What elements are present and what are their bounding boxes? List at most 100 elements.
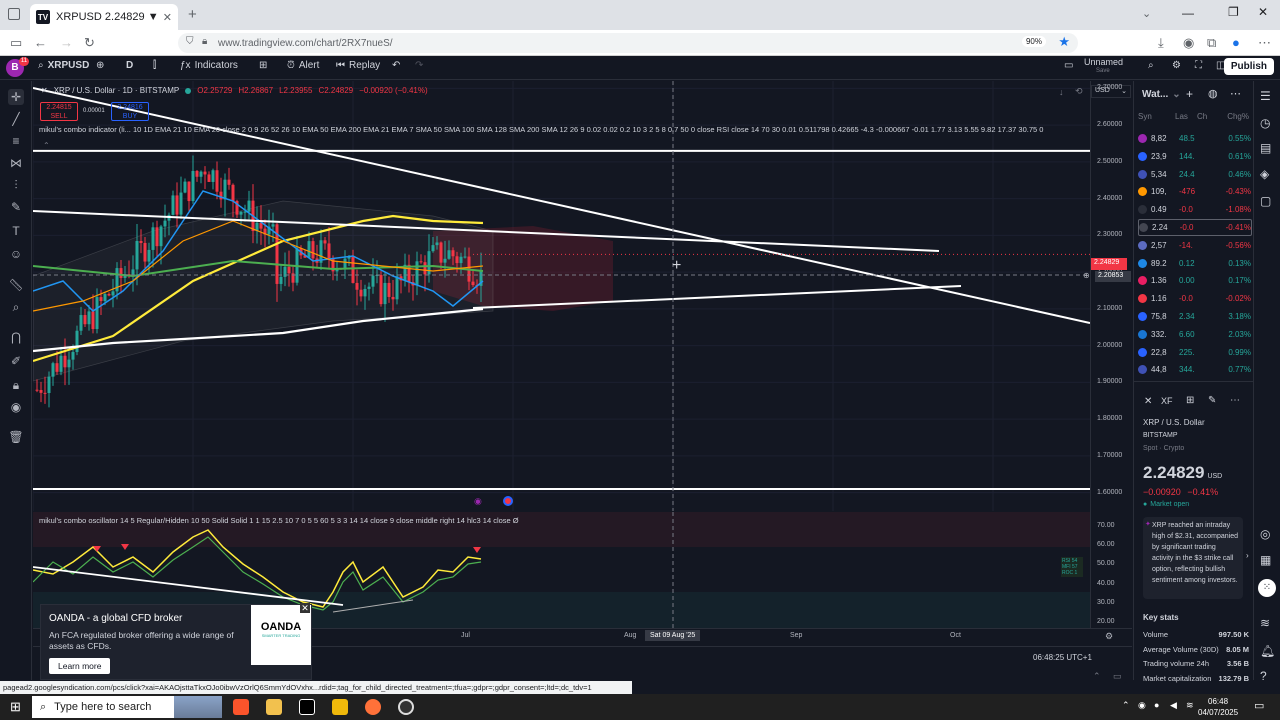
alert-button[interactable]: ⏰︎ Alert <box>287 60 319 71</box>
profile-icon[interactable]: ◉ <box>1183 35 1194 51</box>
pattern-tool-icon[interactable]: ⋈ <box>8 155 24 171</box>
speaker-icon[interactable]: ◀ <box>1170 700 1177 711</box>
sidebar-toggle-icon[interactable]: ▭ <box>10 35 22 51</box>
redo-icon[interactable]: ↷ <box>415 60 423 71</box>
calendar-icon[interactable]: ▦ <box>1260 553 1271 567</box>
maximize-panel-icon[interactable]: ▭ <box>1113 671 1122 682</box>
binance-icon[interactable] <box>332 699 348 715</box>
signal-icon[interactable]: ≋ <box>1260 616 1270 630</box>
reload-icon[interactable]: ↻ <box>84 35 95 51</box>
network-icon[interactable]: ≋ <box>1186 700 1194 711</box>
clock-label[interactable]: 06:48:25 UTC+1 <box>1033 653 1092 662</box>
target-icon[interactable]: ◎ <box>1260 527 1270 541</box>
notifications-icon[interactable]: ▭ <box>1254 699 1264 712</box>
url-field[interactable]: ⛉ 🔒︎ www.tradingview.com/chart/2RX7nueS/… <box>178 33 1078 53</box>
publish-button[interactable]: Publish <box>1223 58 1274 75</box>
apps-icon[interactable]: ⁙ <box>1258 579 1276 597</box>
templates-icon[interactable]: ⊞ <box>259 60 267 71</box>
replay-button[interactable]: ⏮ Replay <box>336 60 380 71</box>
header-change[interactable]: Ch <box>1197 112 1221 121</box>
help-icon[interactable]: ? <box>1260 669 1267 683</box>
watchlist-row[interactable]: 8,82 48.5 0.55% <box>1138 130 1252 147</box>
fib-tool-icon[interactable]: ⫶ <box>8 177 24 193</box>
browser-tab[interactable]: TV XRPUSD 2.24829 ▼ −0.41% Un ✕ <box>30 4 178 30</box>
header-symbol[interactable]: Syn <box>1138 112 1175 121</box>
bookmark-star-icon[interactable]: ★ <box>1058 34 1070 50</box>
minimize-icon[interactable]: — <box>1182 6 1194 20</box>
undo-icon[interactable]: ↶ <box>392 60 400 71</box>
watchlist-row[interactable]: 75,8 2.34 3.18% <box>1138 308 1252 325</box>
grid-icon[interactable]: ⊞ <box>1186 395 1194 406</box>
lock-drawings-icon[interactable]: 🔒︎ <box>8 377 24 393</box>
event-marker-icon[interactable]: ◉ <box>474 496 482 507</box>
microphone-icon[interactable]: ● <box>1154 700 1159 710</box>
collapse-panel-icon[interactable]: ⌃ <box>1093 671 1101 682</box>
stay-drawing-icon[interactable]: ✐ <box>8 353 24 369</box>
watchlist-icon[interactable]: ☰ <box>1260 89 1271 103</box>
emoji-tool-icon[interactable]: ☺ <box>8 246 24 262</box>
tray-app-icon[interactable]: ◉ <box>1138 700 1146 711</box>
watchlist-row[interactable]: 89.2 0.12 0.13% <box>1138 255 1252 272</box>
sell-button[interactable]: 2.24815 SELL <box>40 102 78 121</box>
brave-browser-icon[interactable] <box>233 699 249 715</box>
extensions-icon[interactable]: ⧉ <box>1207 35 1216 51</box>
add-alert-plus-icon[interactable]: ⊕ <box>1083 271 1090 280</box>
close-ad-icon[interactable]: ✕ <box>300 603 310 613</box>
watchlist-row[interactable]: 1.36 0.00 0.17% <box>1138 272 1252 289</box>
close-details-icon[interactable]: ✕ <box>1144 396 1152 407</box>
close-tab-icon[interactable]: ✕ <box>163 11 172 24</box>
candles-icon[interactable]: ⫿ <box>153 60 156 71</box>
firefox-icon[interactable] <box>365 699 381 715</box>
watchlist-title[interactable]: Wat... ⌄ <box>1142 89 1181 100</box>
layers-icon[interactable]: ◈ <box>1260 167 1269 181</box>
chat-icon[interactable]: ▢ <box>1260 194 1271 208</box>
collapse-legend-icon[interactable]: ⌃ <box>43 141 50 150</box>
more-options-icon[interactable]: ⋯ <box>1230 87 1241 100</box>
watchlist-row[interactable]: 1.16 -0.0 -0.02% <box>1138 290 1252 307</box>
symbol-search-button[interactable]: ⌕ XRPUSD <box>38 60 89 71</box>
menu-icon[interactable]: ⋯ <box>1258 35 1271 51</box>
tab-search-icon[interactable]: ⌄ <box>1142 7 1151 20</box>
ad-learn-more-button[interactable]: Learn more <box>49 658 111 674</box>
indicators-button[interactable]: ƒx Indicators <box>180 60 238 71</box>
trend-line-tool-icon[interactable]: ╱ <box>8 111 24 127</box>
text-tool-icon[interactable]: T <box>8 223 24 239</box>
maximize-icon[interactable]: ❐ <box>1228 5 1239 19</box>
tab-actions-icon[interactable] <box>8 8 20 20</box>
capcut-icon[interactable] <box>299 699 315 715</box>
scroll-down-icon[interactable]: ↓ <box>1059 87 1064 97</box>
watchlist-row[interactable]: 0.49 -0.0 -1.08% <box>1138 201 1252 218</box>
trash-icon[interactable]: 🗑︎ <box>8 429 24 445</box>
brush-tool-icon[interactable]: ✎ <box>8 199 24 215</box>
news-icon[interactable]: ▤ <box>1260 141 1271 155</box>
advanced-view-icon[interactable]: ◍ <box>1208 87 1218 100</box>
watchlist-row[interactable]: 5,34 24.4 0.46% <box>1138 166 1252 183</box>
header-change-pct[interactable]: Chg% <box>1221 112 1249 121</box>
header-last[interactable]: Las <box>1175 112 1197 121</box>
settings-icon[interactable]: ⚙ <box>1172 60 1181 71</box>
zoom-tool-icon[interactable]: ⌕ <box>8 299 24 315</box>
alerts-clock-icon[interactable]: ◷ <box>1260 116 1270 130</box>
close-icon[interactable]: ✕ <box>41 86 48 95</box>
fullscreen-icon[interactable]: ⛶ <box>1195 60 1202 71</box>
watchlist-row[interactable]: 22,8 225. 0.99% <box>1138 344 1252 361</box>
oanda-logo[interactable]: OANDA SMARTER TRADING <box>251 605 311 665</box>
eye-icon[interactable]: ◉ <box>8 399 24 415</box>
forward-icon[interactable]: → <box>60 35 73 50</box>
close-window-icon[interactable]: ✕ <box>1258 5 1268 19</box>
price-chart[interactable]: ✕ XRP / U.S. Dollar · 1D · BITSTAMP O2.2… <box>33 81 1131 511</box>
taskbar-clock[interactable]: 06:48 04/07/2025 <box>1198 696 1238 718</box>
copilot-icon[interactable]: ● <box>1232 35 1240 50</box>
horizontal-lines-tool-icon[interactable]: ≡ <box>8 133 24 149</box>
quick-search-icon[interactable]: ⌕ <box>1148 60 1154 71</box>
bell-icon[interactable]: 🔔︎ <box>1260 644 1275 658</box>
details-name[interactable]: XRP / U.S. Dollar <box>1143 418 1205 427</box>
watchlist-row[interactable]: 2.24 -0.0 -0.41% <box>1138 219 1252 236</box>
buy-button[interactable]: 2.24816 BUY <box>111 102 149 121</box>
crosshair-tool-icon[interactable]: ✛ <box>8 89 24 105</box>
add-symbol-icon[interactable]: + <box>1186 87 1193 101</box>
price-axis[interactable]: 2.700002.600002.500002.400002.300002.200… <box>1083 81 1132 628</box>
obs-icon[interactable] <box>398 699 414 715</box>
watchlist-row[interactable]: 23,9 144. 0.61% <box>1138 148 1252 165</box>
chevron-right-icon[interactable]: › <box>1246 551 1249 560</box>
